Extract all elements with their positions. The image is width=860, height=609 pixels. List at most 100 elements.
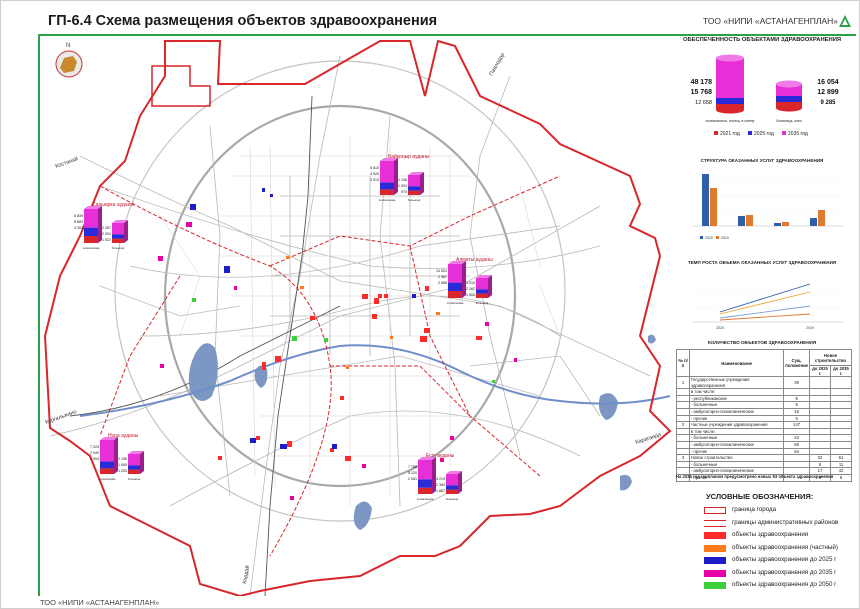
legend-label: объекты здравоохранения (частный) [732,543,838,551]
legend-swatch [704,519,726,527]
count-table-cell-2025: 6 [809,460,831,469]
district-value-col1: 5 120 [408,471,417,475]
district-value-col2: 2 001 [102,232,111,236]
count-table-cell-2035 [830,440,852,449]
district-caption-hospital: больница [112,246,125,250]
count-table-cell-name: - больничные [688,434,785,442]
structure-bar-4-2020 [810,218,817,226]
count-table-cell-2035: 11 [830,460,852,469]
count-table-cell-2035 [830,427,852,436]
count-table-cell-num [676,414,690,423]
count-table-cell-existing: 8 [783,401,810,409]
count-table: № п/п Наименование Сущ. положение Новое … [676,349,852,482]
provision-chart: 48 178 15 768 12 658 16 054 12 899 9 285… [691,54,839,137]
count-table-cell-num [676,394,690,403]
legend-label: объекты здравоохранения до 2025 г [732,556,837,563]
count-table-header-name: Наименование [688,349,785,377]
district-bar-segment [100,440,114,462]
count-table-note: На 2035 год генпланом предусмотрено новы… [676,474,834,479]
structure-bar-2-2020 [738,216,745,226]
district-bar-segment [448,282,462,291]
provision-legend-2035: 2035 год [788,131,808,137]
structure-title: СТРУКТУРА ОКАЗАННЫХ УСЛУГ ЗДРАВООХРАНЕНИ… [700,158,824,163]
count-table-cell-existing: 16 [783,407,810,416]
legend-item: граница города [704,506,860,515]
count-table-cell-2025 [809,414,831,423]
growth-x-tick-2: 2019 [806,326,814,330]
district-caption-clinic: поликлиника [83,246,100,250]
district-caption-hospital: больница [476,301,489,305]
count-table-cell-name: - больничные [688,460,785,469]
count-table-cell-name: - республиканские [688,394,785,403]
provision-right-value-2035: 16 054 [817,79,839,86]
count-table-header-num: № п/п [676,349,690,377]
district-caption-clinic: поликлиника [417,497,434,501]
count-table-cell-num [676,388,690,396]
district-value-col2: 2 384 [436,483,445,487]
count-table-cell-num [676,407,690,416]
provision-left-value-2035: 48 178 [691,79,713,86]
legend-label: объекты здравоохранения [732,531,809,538]
count-table-cell-num [676,460,690,469]
provision-right-caption: больница, коек [776,119,802,123]
district-bar-segment [100,461,114,469]
count-table-cell-num: 1 [676,375,690,390]
count-table-row: - больничные 6 11 [676,460,852,469]
district-bar-segment [112,238,124,243]
district-value-col2: 2 196 [118,457,127,461]
count-table-row: - больничные 8 [676,401,852,409]
count-table-header-existing: Сущ. положение [783,349,810,377]
legend-swatch [704,557,726,564]
count-table-row: - амбулаторно-поликлинические 55 [676,440,852,449]
count-table-cell-name: - больничные [688,401,785,409]
city-map: N Костанай Павлодар Караганда Кургальжин… [40,36,680,596]
count-table-cell-2025 [809,388,831,396]
count-table-cell-2035: 61 [830,454,852,462]
district-value-col2: 2 267 [102,226,111,230]
count-table-cell-name: - амбулаторно-поликлинические [688,407,785,416]
count-table-cell-2035 [830,447,852,456]
legend-swatch [704,544,726,552]
count-table-cell-existing [783,427,810,436]
district-bar-segment [128,454,140,466]
district-caption-hospital: больница [128,477,141,481]
legend-swatch [704,569,726,577]
count-table-cell-num [676,434,690,442]
district-value-col2: 974 [401,190,407,194]
count-table-row: - прочие 64 [676,447,852,456]
provision-legend-2021: 2021 год [720,131,740,137]
count-table-cell-num [676,427,690,436]
provision-title: ОБЕСПЕЧЕННОСТЬ ОБЪЕКТАМИ ЗДРАВООХРАНЕНИЯ [682,37,842,43]
count-table-row: 3 Новое строительство 32 61 [676,454,852,462]
district-bar-segment [476,289,488,294]
district-bar-side [140,451,144,474]
growth-chart: 2020 2019 [692,279,844,330]
structure-legend-2020: 2020 [705,236,713,240]
district-bar-side [488,275,492,298]
provision-legend-swatch-2035 [782,131,786,135]
district-bar-segment [84,209,98,228]
structure-bar-1-2020 [702,174,709,226]
structure-legend-swatch-2020 [700,236,703,239]
count-table-cell-num [676,447,690,456]
count-table-cell-2025 [809,434,831,442]
count-table-cell-2035 [830,414,852,423]
district-value-col2: 1 537 [102,238,111,242]
district-value-col1: 4 920 [370,172,379,176]
legend-item: объекты здравоохранения до 2035 г [704,569,860,578]
count-table-cell-2025 [809,447,831,456]
count-table-cell-num [676,440,690,449]
district-caption-hospital: больница [408,198,421,202]
count-table-row: 2 Частные учреждения здравоохранения 147 [676,421,852,429]
provision-right-value-2025: 12 899 [817,89,839,96]
district-bar-segment [380,182,394,190]
district-value-col1: 1 004 [90,457,99,461]
count-table-header-new: Новое строительство [809,349,852,366]
district-value-col1: 2 085 [438,281,447,285]
count-table-header-2025: до 2025 г. [809,365,831,377]
district-value-col1: 2 040 [90,451,99,455]
district-value-col2: 1 091 [398,184,407,188]
district-caption-hospital: больница [446,497,459,501]
count-table-cell-num [676,401,690,409]
district-value-col1: 6 839 [74,214,83,218]
